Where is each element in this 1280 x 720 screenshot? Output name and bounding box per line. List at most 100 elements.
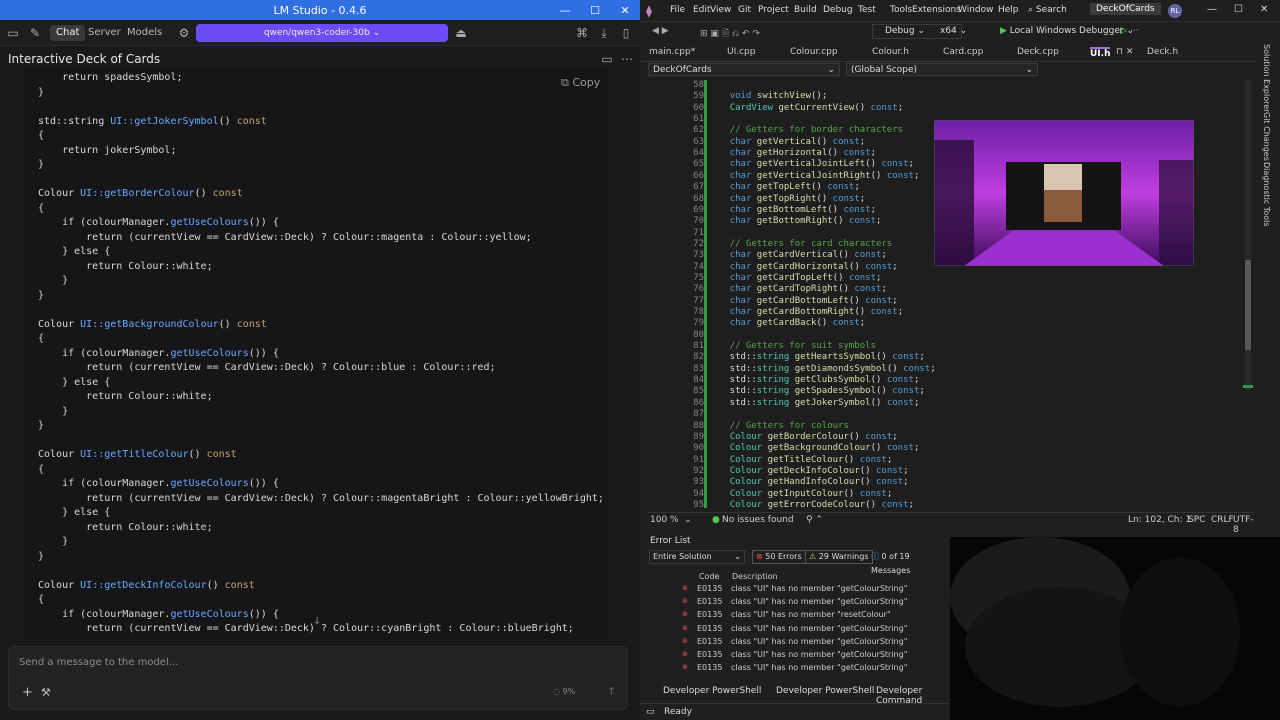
message-composer[interactable] [8, 646, 628, 710]
run-without-debug-icon[interactable]: ▷ ⋯ [1120, 26, 1139, 36]
tab-models[interactable]: Models [121, 25, 168, 41]
line-number: 90 [693, 443, 704, 454]
error-row[interactable]: ⊗ E0135 class "UI" has no member "getColou… [645, 597, 945, 610]
error-icon: ⊗ [682, 663, 688, 672]
tab-git-changes[interactable]: Git Changes [1262, 112, 1271, 161]
editor-scrollbar[interactable] [1243, 80, 1253, 390]
tab-chat[interactable]: Chat [50, 25, 86, 41]
line-number: 95 [693, 499, 704, 510]
line-ending[interactable]: CRLF [1211, 515, 1234, 525]
code-line: if (colourManager.getUseColours()) { [38, 478, 279, 489]
side-panel-tabs: Solution Explorer Git Changes Diagnostic… [1258, 44, 1280, 504]
tab-main-cpp-[interactable]: main.cpp* [649, 47, 695, 57]
project-scope-dropdown[interactable]: DeckOfCards ⌄ [648, 63, 840, 76]
error-description: class "UI" has no member "getColourStrin… [731, 623, 908, 633]
code-line: { [38, 463, 45, 475]
tab-ui-h[interactable]: UI.h [1090, 47, 1111, 59]
vs-minimize-icon[interactable]: — [1207, 4, 1217, 15]
messages-filter[interactable]: ⓘ 0 of 19 Messages [871, 550, 950, 575]
warnings-filter[interactable]: ⚠ 29 Warnings [805, 550, 873, 564]
tab-colour-h[interactable]: Colour.h [872, 47, 909, 57]
tools-icon[interactable]: ⚒ [41, 686, 51, 699]
new-item-icon[interactable]: ⊞ ▣ 🗎 ⎌ ↶ ↷ [700, 26, 760, 42]
menu-debug[interactable]: Debug [823, 5, 853, 15]
vs-maximize-icon[interactable]: ☐ [1234, 4, 1243, 15]
translate-icon[interactable]: ⌘ [573, 24, 591, 42]
editor-code-line: char getTopLeft() const; [729, 182, 860, 193]
zoom-level[interactable]: 100 % [650, 515, 679, 525]
tab-dev-powershell-2[interactable]: Developer PowerShell [776, 686, 874, 696]
vs-close-icon[interactable]: ✕ [1260, 4, 1268, 15]
model-selector[interactable]: qwen/qwen3-coder-30b ⌄ [196, 24, 448, 42]
sidebar-toggle-icon[interactable]: ▭ [4, 24, 22, 42]
start-debugger-button[interactable]: ▶ Local Windows Debugger ⌄ [1000, 24, 1134, 39]
tab-ui-cpp[interactable]: UI.cpp [727, 47, 755, 57]
menu-git[interactable]: Git [738, 5, 751, 15]
errors-filter[interactable]: ⊗ 50 Errors [752, 550, 806, 564]
menu-extensions[interactable]: Extensions [912, 5, 961, 15]
code-line: if (colourManager.getUseColours()) { [38, 608, 279, 620]
code-line: } [38, 86, 45, 98]
search-box[interactable]: ⌕ Search [1028, 5, 1067, 15]
settings-gear-icon[interactable]: ⚙ [175, 24, 193, 42]
line-number: 77 [693, 295, 704, 306]
tab-colour-cpp[interactable]: Colour.cpp [790, 47, 838, 57]
tab-solution-explorer[interactable]: Solution Explorer [1262, 44, 1271, 112]
editor-code-line: std::string getHeartsSymbol() const; [708, 352, 925, 363]
line-number: 58 [693, 80, 704, 90]
error-row[interactable]: ⊗ E0135 class "UI" has no member "resetCol… [645, 610, 945, 623]
copy-button[interactable]: ⧉ Copy [557, 76, 604, 92]
tab-card-cpp[interactable]: Card.cpp [943, 47, 983, 57]
menu-window[interactable]: Window [958, 5, 994, 15]
menu-help[interactable]: Help [998, 5, 1019, 15]
line-number: 94 [693, 488, 704, 499]
new-chat-icon[interactable]: ✎ [26, 24, 44, 42]
eject-icon[interactable]: ⏏ [452, 24, 470, 42]
platform-dropdown[interactable]: x64 ⌄ [940, 24, 988, 39]
composer-placeholder[interactable]: Send a message to the model... [19, 657, 178, 668]
issues-status[interactable]: No issues found [722, 515, 794, 525]
more-options-icon[interactable]: ⋯ [618, 50, 636, 68]
close-tab-icon[interactable]: ⊓ ✕ [1116, 47, 1133, 57]
tab-diagnostic-tools[interactable]: Diagnostic Tools [1262, 162, 1271, 227]
column-code[interactable]: Code [699, 572, 719, 581]
nav-back-icon[interactable]: ◀ ▶ [652, 26, 669, 36]
panel-toggle-icon[interactable]: ▯ [617, 24, 635, 42]
line-number: 66 [693, 170, 704, 181]
brush-icon[interactable]: ⚲ ⌃ [806, 515, 823, 525]
whitespace-mode[interactable]: SPC [1188, 515, 1205, 525]
tab-deck-h[interactable]: Deck.h [1147, 47, 1178, 57]
scope-dropdown[interactable]: Entire Solution ⌄ [649, 550, 745, 564]
error-row[interactable]: ⊗ E0135 class "UI" has no member "getColou… [645, 624, 945, 637]
cursor-position[interactable]: Ln: 102, Ch: 1 [1128, 515, 1191, 525]
menu-project[interactable]: Project [758, 5, 789, 15]
menu-build[interactable]: Build [794, 5, 817, 15]
avatar[interactable]: RL [1168, 4, 1182, 18]
error-row[interactable]: ⊗ E0135 class "UI" has no member "getColou… [645, 663, 945, 676]
line-number: 65 [693, 159, 704, 170]
column-description[interactable]: Description [732, 572, 778, 581]
global-scope-dropdown[interactable]: (Global Scope) ⌄ [846, 63, 1038, 76]
encoding[interactable]: UTF-8 [1233, 515, 1254, 535]
close-icon[interactable]: ✕ [610, 0, 640, 20]
maximize-icon[interactable]: ☐ [580, 0, 610, 20]
attach-plus-icon[interactable]: + [22, 685, 33, 700]
error-row[interactable]: ⊗ E0135 class "UI" has no member "getColou… [645, 650, 945, 663]
error-code: E0135 [697, 636, 723, 646]
error-row[interactable]: ⊗ E0135 class "UI" has no member "getColou… [645, 637, 945, 650]
tab-deck-cpp[interactable]: Deck.cpp [1017, 47, 1059, 57]
error-row[interactable]: ⊗ E0135 class "UI" has no member "getColou… [645, 584, 945, 597]
menu-view[interactable]: View [710, 5, 731, 15]
menu-tools[interactable]: Tools [890, 5, 912, 15]
minimize-icon[interactable]: — [550, 0, 580, 20]
download-icon[interactable]: ⤓ [595, 24, 613, 42]
menu-edit[interactable]: Edit [693, 5, 710, 15]
line-number: 81 [693, 341, 704, 352]
scroll-down-icon[interactable]: ↓ [313, 616, 321, 627]
menu-test[interactable]: Test [858, 5, 876, 15]
editor-code-line: char getCardBottomRight() const; [729, 307, 904, 317]
send-icon[interactable]: ↑ [607, 685, 616, 698]
menu-file[interactable]: File [670, 5, 685, 15]
tab-dev-powershell-1[interactable]: Developer PowerShell [663, 686, 761, 696]
zoom-chevron-icon[interactable]: ⌄ [684, 515, 692, 525]
